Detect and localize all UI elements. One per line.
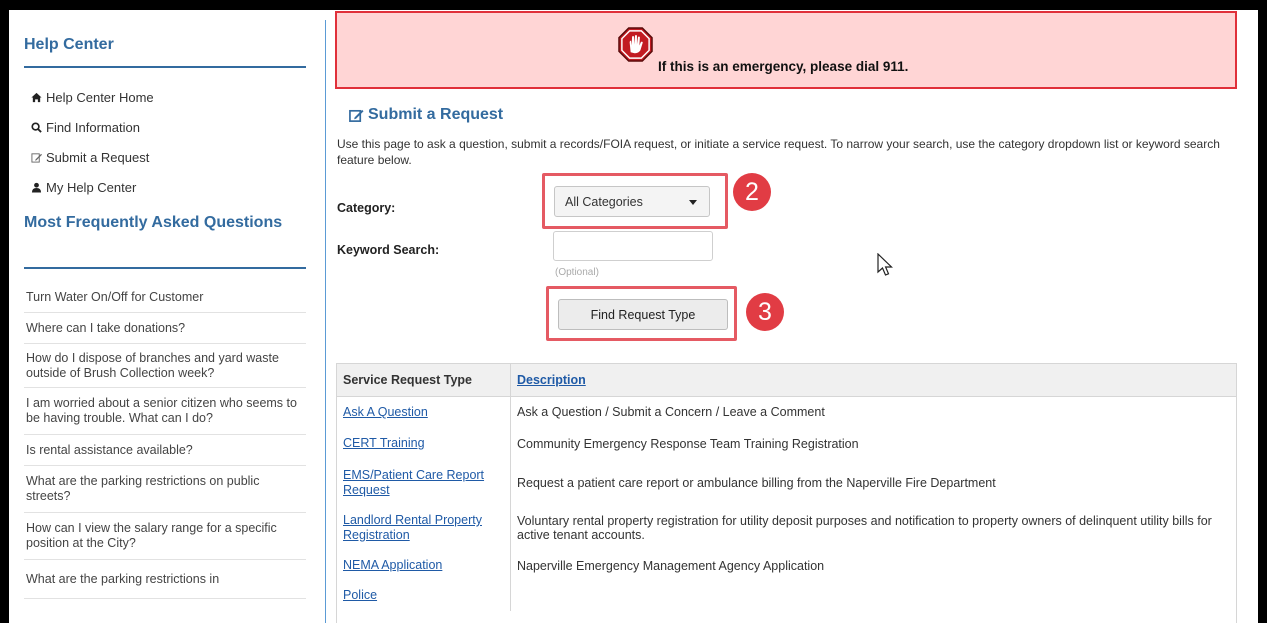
table-row: NEMA Application Naperville Emergency Ma… (337, 550, 1236, 581)
service-request-table: Service Request Type Description Ask A Q… (336, 363, 1237, 623)
sidebar-item-label: Help Center Home (46, 89, 154, 105)
chevron-down-icon (689, 200, 697, 205)
page: Help Center Help Center Home Find Inform… (9, 10, 1258, 623)
table-cell: Ask a Question / Submit a Concern / Leav… (517, 405, 825, 420)
stop-hand-icon (618, 27, 653, 62)
find-request-type-button[interactable]: Find Request Type (558, 299, 728, 330)
faq-item[interactable]: Turn Water On/Off for Customer (24, 283, 306, 313)
table-cell: NEMA Application (337, 550, 511, 581)
sidebar-item-label: Find Information (46, 119, 140, 135)
user-icon (31, 182, 42, 193)
table-cell: EMS/Patient Care Report Request (337, 459, 511, 506)
intro-text: Use this page to ask a question, submit … (337, 137, 1220, 167)
table-row: Landlord Rental Property Registration Vo… (337, 505, 1236, 551)
category-select[interactable]: All Categories (554, 186, 710, 217)
table-row: Ask A Question Ask a Question / Submit a… (337, 396, 1236, 428)
request-type-link[interactable]: Police (343, 588, 377, 602)
optional-hint: (Optional) (555, 267, 599, 278)
request-type-link[interactable]: NEMA Application (343, 558, 442, 572)
request-type-link[interactable]: Ask A Question (343, 405, 428, 419)
help-center-title: Help Center (24, 36, 114, 53)
column-header-type: Service Request Type (337, 364, 511, 397)
table-row: EMS/Patient Care Report Request Request … (337, 459, 1236, 506)
table-cell: CERT Training (337, 427, 511, 460)
sidebar-item-label: Submit a Request (46, 149, 150, 165)
table-cell: Landlord Rental Property Registration (337, 505, 511, 551)
table-cell: Ask A Question (337, 396, 511, 428)
faq-item[interactable]: What are the parking restrictions in (24, 560, 306, 599)
faq-title: Most Frequently Asked Questions (24, 214, 283, 231)
faq-item[interactable]: How do I dispose of branches and yard wa… (24, 344, 306, 388)
divider (24, 267, 306, 269)
faq-list: Turn Water On/Off for Customer Where can… (24, 283, 306, 599)
step-badge: 2 (733, 173, 771, 211)
faq-item[interactable]: How can I view the salary range for a sp… (24, 513, 306, 560)
request-type-link[interactable]: Landlord Rental Property Registration (343, 513, 482, 542)
page-title-text: Submit a Request (368, 106, 504, 123)
emergency-banner: If this is an emergency, please dial 911… (335, 11, 1237, 89)
step-badge: 3 (746, 293, 784, 331)
table-row: CERT Training Community Emergency Respon… (337, 427, 1236, 460)
home-icon (31, 92, 42, 102)
sidebar-item-label: My Help Center (46, 179, 137, 195)
sidebar-item-find-information[interactable]: Find Information (31, 112, 154, 142)
edit-icon (31, 152, 42, 163)
search-icon (31, 121, 42, 133)
faq-item[interactable]: I am worried about a senior citizen who … (24, 388, 306, 435)
faq-item[interactable]: What are the parking restrictions on pub… (24, 466, 306, 513)
table-cell: Request a patient care report or ambulan… (517, 475, 996, 490)
keyword-search-input[interactable] (553, 231, 713, 261)
request-type-link[interactable]: EMS/Patient Care Report Request (343, 468, 484, 497)
table-cell: Voluntary rental property registration f… (517, 514, 1212, 542)
divider (24, 66, 306, 68)
description-sort-link[interactable]: Description (517, 373, 586, 387)
emergency-text: If this is an emergency, please dial 911… (658, 59, 909, 74)
category-label: Category: (337, 201, 396, 215)
table-cell: Naperville Emergency Management Agency A… (517, 558, 825, 573)
sidebar-item-help-center-home[interactable]: Help Center Home (31, 82, 154, 112)
help-center-nav: Help Center Home Find Information Submit… (31, 82, 154, 202)
sidebar-item-my-help-center[interactable]: My Help Center (31, 172, 154, 202)
sidebar-item-submit-request[interactable]: Submit a Request (31, 142, 154, 172)
faq-item[interactable]: Is rental assistance available? (24, 435, 306, 466)
table-cell: Police (337, 580, 511, 611)
column-header-description: Description (510, 364, 1236, 397)
table-cell (511, 581, 1237, 611)
table-cell: Community Emergency Response Team Traini… (517, 436, 859, 451)
table-row: Police (337, 580, 1237, 611)
category-select-value: All Categories (565, 194, 643, 209)
request-type-link[interactable]: CERT Training (343, 436, 425, 450)
table-header-row: Service Request Type Description (337, 364, 1236, 397)
keyword-label: Keyword Search: (337, 243, 440, 257)
sidebar-divider (325, 20, 326, 623)
edit-icon (349, 109, 364, 122)
faq-item[interactable]: Where can I take donations? (24, 313, 306, 344)
mouse-cursor-icon (877, 253, 893, 276)
page-title: Submit a Request (349, 106, 503, 124)
sidebar: Help Center Help Center Home Find Inform… (9, 10, 326, 623)
